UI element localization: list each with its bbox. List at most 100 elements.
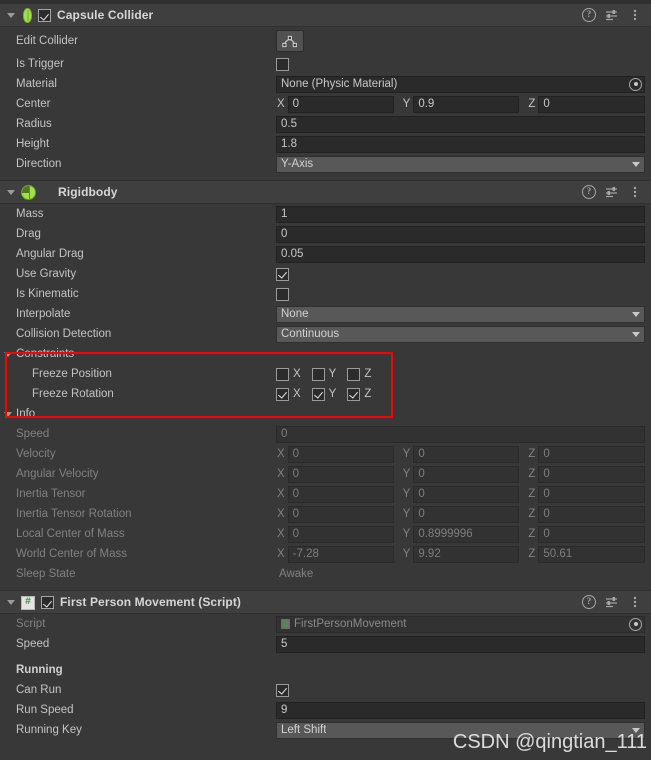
script-value: FirstPersonMovement [294,618,407,630]
angular-drag-input[interactable]: 0.05 [276,245,645,263]
velocity-x-field: 0 [287,445,394,463]
freeze-position-z-checkbox[interactable] [347,367,361,381]
chevron-down-icon [4,411,12,417]
speed-input[interactable]: 5 [276,635,645,653]
freeze-rotation-checkboxes: X Y Z [276,387,371,401]
use-gravity-checkbox[interactable] [276,267,289,281]
info-label: Info [16,408,36,420]
axis-label-y: Y [402,508,411,520]
help-icon[interactable]: ? [582,595,596,609]
label-running-key: Running Key [16,724,82,736]
angular-velocity-x-field: 0 [287,465,394,483]
sleep-state-value: Awake [279,568,314,580]
world-center-of-mass-z-field: 50.61 [538,545,646,563]
enable-checkbox-first-person-movement[interactable] [41,595,54,609]
inertia-tensor-rotation-y-field: 0 [413,505,520,523]
label-center: Center [16,98,51,110]
row-run-speed: Run Speed 9 [0,700,651,720]
help-icon[interactable]: ? [582,8,596,22]
edit-collider-button[interactable] [276,29,304,52]
center-x-input[interactable]: 0 [287,95,394,113]
freeze-rotation-z-checkbox[interactable] [347,387,361,401]
row-sleep-state: Sleep State Awake [0,564,651,584]
row-inertia-tensor: Inertia Tensor X0 Y0 Z0 [0,484,651,504]
radius-input[interactable]: 0.5 [276,115,645,133]
chevron-down-icon [632,311,640,317]
component-header-rigidbody[interactable]: Rigidbody ? [0,180,651,204]
label-edit-collider: Edit Collider [16,34,78,47]
row-use-gravity: Use Gravity [0,264,651,284]
interpolate-dropdown[interactable]: None [276,305,645,323]
presets-icon[interactable] [605,595,619,609]
object-picker-icon[interactable] [629,77,642,91]
mass-input[interactable]: 1 [276,205,645,223]
foldout-info[interactable]: Info [0,404,651,424]
axis-label-y: Y [328,368,337,380]
is-trigger-checkbox[interactable] [276,57,289,71]
axis-label-y: Y [402,468,411,480]
material-object-field[interactable]: None (Physic Material) [276,75,645,93]
inertia-tensor-y-field: 0 [413,485,520,503]
component-header-capsule-collider[interactable]: Capsule Collider ? [0,3,651,27]
is-kinematic-checkbox[interactable] [276,287,289,301]
running-key-value: Left Shift [281,724,327,736]
label-inertia-tensor-rotation: Inertia Tensor Rotation [16,508,132,520]
row-inertia-tensor-rotation: Inertia Tensor Rotation X0 Y0 Z0 [0,504,651,524]
chevron-down-icon [632,331,640,337]
drag-input[interactable]: 0 [276,225,645,243]
freeze-position-y-checkbox[interactable] [311,367,325,381]
object-picker-icon[interactable] [629,617,642,631]
axis-label-y: Y [402,488,411,500]
row-local-center-of-mass: Local Center of Mass X0 Y 0.8999996 Z0 [0,524,651,544]
foldout-constraints[interactable]: Constraints [0,344,651,364]
foldout-arrow-rigidbody[interactable] [4,186,17,199]
label-angular-drag: Angular Drag [16,248,84,260]
can-run-checkbox[interactable] [276,683,289,697]
label-local-center-of-mass: Local Center of Mass [16,528,125,540]
freeze-rotation-y-checkbox[interactable] [311,387,325,401]
run-speed-input[interactable]: 9 [276,701,645,719]
axis-label-z: Z [528,488,536,500]
axis-label-x: X [277,548,285,560]
constraints-label: Constraints [16,348,75,360]
component-header-first-person-movement[interactable]: # First Person Movement (Script) ? [0,590,651,614]
freeze-rotation-x-checkbox[interactable] [276,387,289,401]
label-collision-detection: Collision Detection [16,328,112,340]
collision-detection-dropdown[interactable]: Continuous [276,325,645,343]
velocity-y-field: 0 [413,445,520,463]
row-mass: Mass 1 [0,204,651,224]
more-menu-icon[interactable] [628,595,642,609]
help-icon[interactable]: ? [582,185,596,199]
axis-label-y: Y [402,528,411,540]
axis-label-z: Z [528,448,536,460]
height-input[interactable]: 1.8 [276,135,645,153]
row-world-center-of-mass: World Center of Mass X -7.28 Y 9.92 Z 50.61 [0,544,651,564]
center-y-input[interactable]: 0.9 [413,95,520,113]
row-speed-info: Speed 0 [0,424,651,444]
axis-label-x: X [277,508,285,520]
row-angular-velocity: Angular Velocity X0 Y0 Z0 [0,464,651,484]
angular-velocity-z-field: 0 [538,465,646,483]
foldout-arrow-first-person-movement[interactable] [4,596,17,609]
more-menu-icon[interactable] [628,8,642,22]
row-interpolate: Interpolate None [0,304,651,324]
label-angular-velocity: Angular Velocity [16,468,99,480]
presets-icon[interactable] [605,185,619,199]
presets-icon[interactable] [605,8,619,22]
running-key-dropdown[interactable]: Left Shift [276,721,645,739]
foldout-arrow-capsule-collider[interactable] [4,9,17,22]
row-material: Material None (Physic Material) [0,74,651,94]
inertia-tensor-z-field: 0 [538,485,646,503]
center-z-input[interactable]: 0 [538,95,646,113]
direction-dropdown[interactable]: Y-Axis [276,155,645,173]
row-height: Height 1.8 [0,134,651,154]
local-center-of-mass-z-field: 0 [538,525,646,543]
material-value: None (Physic Material) [281,78,398,90]
capsule-icon [23,8,32,23]
axis-label-x: X [277,448,285,460]
axis-label-y: Y [328,388,337,400]
enable-checkbox-capsule-collider[interactable] [38,8,51,22]
header-actions-rigidbody: ? [582,185,645,199]
more-menu-icon[interactable] [628,185,642,199]
freeze-position-x-checkbox[interactable] [276,367,289,381]
